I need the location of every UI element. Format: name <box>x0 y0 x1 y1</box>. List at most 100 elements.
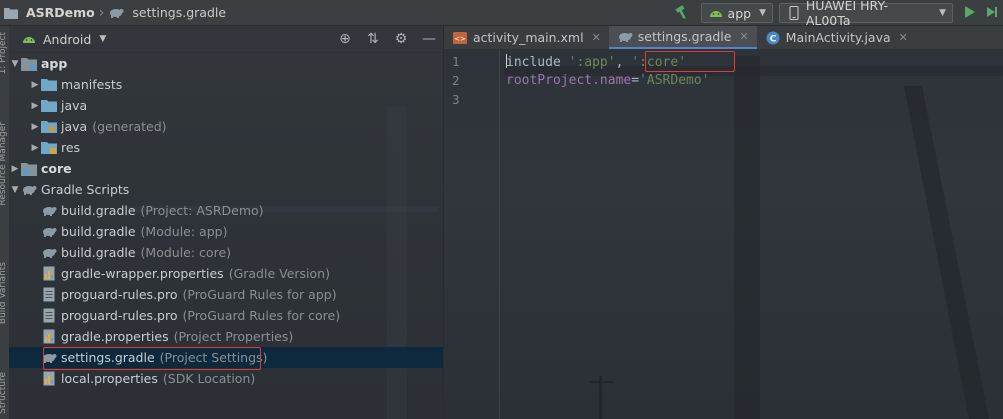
tree-item-label: java <box>61 98 88 113</box>
close-icon[interactable]: ✕ <box>899 31 908 44</box>
folder-icon <box>41 77 57 93</box>
tree-item-app[interactable]: ▼ app <box>9 53 443 74</box>
tree-item-build-gradle-project[interactable]: build.gradle (Project: ASRDemo) <box>9 200 443 221</box>
chevron-right-icon[interactable]: ▶ <box>29 122 41 132</box>
tree-item-hint: (Project Properties) <box>173 329 294 344</box>
tree-item-gradle-properties[interactable]: gradle.properties (Project Properties) <box>9 326 443 347</box>
tree-item-hint: (ProGuard Rules for app) <box>182 287 337 302</box>
tree-item-hint: (Module: app) <box>140 224 228 239</box>
line-number: 3 <box>452 92 460 107</box>
tree-item-hint: (Project Settings) <box>159 350 268 365</box>
android-icon <box>708 5 724 21</box>
chevron-right-icon[interactable]: ▶ <box>29 101 41 111</box>
folder-icon <box>41 98 57 114</box>
run-configuration-select[interactable]: app ▼ <box>701 3 773 23</box>
make-project-button[interactable] <box>671 2 693 24</box>
module-folder-icon <box>21 56 37 72</box>
tree-item-core[interactable]: ▶ core <box>9 158 443 179</box>
tree-item-build-gradle-core[interactable]: build.gradle (Module: core) <box>9 242 443 263</box>
line-number-gutter: 1 2 3 <box>444 50 500 419</box>
project-folder-icon <box>3 5 19 21</box>
tab-label: settings.gradle <box>637 29 732 44</box>
tree-item-label: res <box>61 140 81 155</box>
chevron-down-icon[interactable]: ▼ <box>99 34 106 44</box>
breadcrumb: ASRDemo › settings.gradle <box>0 5 226 21</box>
folder-icon <box>41 140 57 156</box>
android-icon <box>21 31 37 47</box>
tree-item-label: settings.gradle <box>61 350 155 365</box>
properties-icon <box>41 329 57 345</box>
tree-item-proguard-rules-core[interactable]: proguard-rules.pro (ProGuard Rules for c… <box>9 305 443 326</box>
tree-item-gradle-scripts[interactable]: ▼ Gradle Scripts <box>9 179 443 200</box>
code-line-2[interactable]: rootProject.name='ASRDemo' <box>506 73 710 88</box>
code-line-1[interactable]: include ':app', ':core' <box>506 54 686 70</box>
chevron-right-icon[interactable]: ▶ <box>9 164 21 174</box>
tree-item-hint: (Module: core) <box>140 245 232 260</box>
breadcrumb-file[interactable]: settings.gradle <box>132 5 226 20</box>
chevron-down-icon[interactable]: ▼ <box>9 185 21 195</box>
project-panel: Android ▼ ⊕ ⇅ ⚙ — ▼ app ▶ manifests ▶ ja… <box>9 26 444 419</box>
gradle-icon <box>41 203 57 219</box>
chevron-down-icon[interactable]: ▼ <box>9 59 21 69</box>
svg-text:C: C <box>769 34 776 44</box>
tree-item-label: core <box>41 161 72 176</box>
chevron-right-icon[interactable]: ▶ <box>29 80 41 90</box>
code-editor: <> activity_main.xml ✕ settings.gradle ✕… <box>444 26 1003 419</box>
tree-item-label: gradle.properties <box>61 329 169 344</box>
tree-item-gradle-wrapper-properties[interactable]: gradle-wrapper.properties (Gradle Versio… <box>9 263 443 284</box>
tree-item-proguard-rules-app[interactable]: proguard-rules.pro (ProGuard Rules for a… <box>9 284 443 305</box>
gradle-icon <box>617 29 633 45</box>
hammer-icon <box>674 4 690 23</box>
run-configuration-label: app <box>727 5 752 21</box>
apply-changes-button[interactable] <box>981 2 1003 24</box>
locate-icon[interactable]: ⊕ <box>337 31 353 47</box>
tree-item-res[interactable]: ▶ res <box>9 137 443 158</box>
tree-item-hint: (SDK Location) <box>162 371 256 386</box>
text-file-icon <box>41 308 57 324</box>
resource-manager-tool-tab[interactable]: Resource Manager <box>0 122 8 206</box>
gradle-icon <box>21 182 37 198</box>
code-identifier: rootProject.name <box>506 73 632 88</box>
svg-text:<>: <> <box>454 35 466 43</box>
tree-item-label: manifests <box>61 77 123 92</box>
line-number: 2 <box>452 73 460 88</box>
tree-item-java[interactable]: ▶ java <box>9 95 443 116</box>
close-icon[interactable]: ✕ <box>739 30 748 43</box>
tab-main-activity-java[interactable]: C MainActivity.java ✕ <box>757 26 916 49</box>
project-tool-tab[interactable]: 1: Project <box>0 32 8 74</box>
collapse-all-icon[interactable]: ⇅ <box>365 31 381 47</box>
chevron-down-icon: ▼ <box>939 8 946 18</box>
tab-label: MainActivity.java <box>785 30 891 45</box>
tree-item-java-generated[interactable]: ▶ java (generated) <box>9 116 443 137</box>
device-select[interactable]: HUAWEI HRY-AL00Ta ▼ <box>779 0 953 28</box>
tree-item-local-properties[interactable]: local.properties (SDK Location) <box>9 368 443 389</box>
tree-item-settings-gradle[interactable]: settings.gradle (Project Settings) <box>9 347 443 368</box>
tree-item-label: gradle-wrapper.properties <box>61 266 224 281</box>
tree-item-label: app <box>41 56 68 71</box>
tree-item-hint: (ProGuard Rules for core) <box>182 308 341 323</box>
properties-icon <box>41 266 57 282</box>
run-button[interactable] <box>959 2 981 24</box>
chevron-right-icon[interactable]: ▶ <box>29 143 41 153</box>
tab-settings-gradle[interactable]: settings.gradle ✕ <box>608 26 757 49</box>
tree-item-label: local.properties <box>61 371 158 386</box>
tree-item-label: proguard-rules.pro <box>61 287 178 302</box>
breadcrumb-separator: › <box>98 4 105 21</box>
tree-item-build-gradle-app[interactable]: build.gradle (Module: app) <box>9 221 443 242</box>
folder-icon <box>41 119 57 135</box>
code-punctuation: , <box>615 55 632 70</box>
gradle-icon <box>41 224 57 240</box>
close-icon[interactable]: ✕ <box>592 31 601 44</box>
text-file-icon <box>41 287 57 303</box>
hide-icon[interactable]: — <box>421 31 437 47</box>
structure-tool-tab[interactable]: Structure <box>0 372 8 414</box>
tree-item-label: build.gradle <box>61 224 136 239</box>
project-view-select[interactable]: Android <box>43 32 91 47</box>
build-variants-tool-tab[interactable]: Build Variants <box>0 262 8 324</box>
tree-item-label: proguard-rules.pro <box>61 308 178 323</box>
tab-activity-main-xml[interactable]: <> activity_main.xml ✕ <box>444 26 609 49</box>
gear-icon[interactable]: ⚙ <box>393 31 409 47</box>
xml-file-icon: <> <box>452 30 468 46</box>
breadcrumb-project[interactable]: ASRDemo <box>26 5 95 20</box>
tree-item-manifests[interactable]: ▶ manifests <box>9 74 443 95</box>
